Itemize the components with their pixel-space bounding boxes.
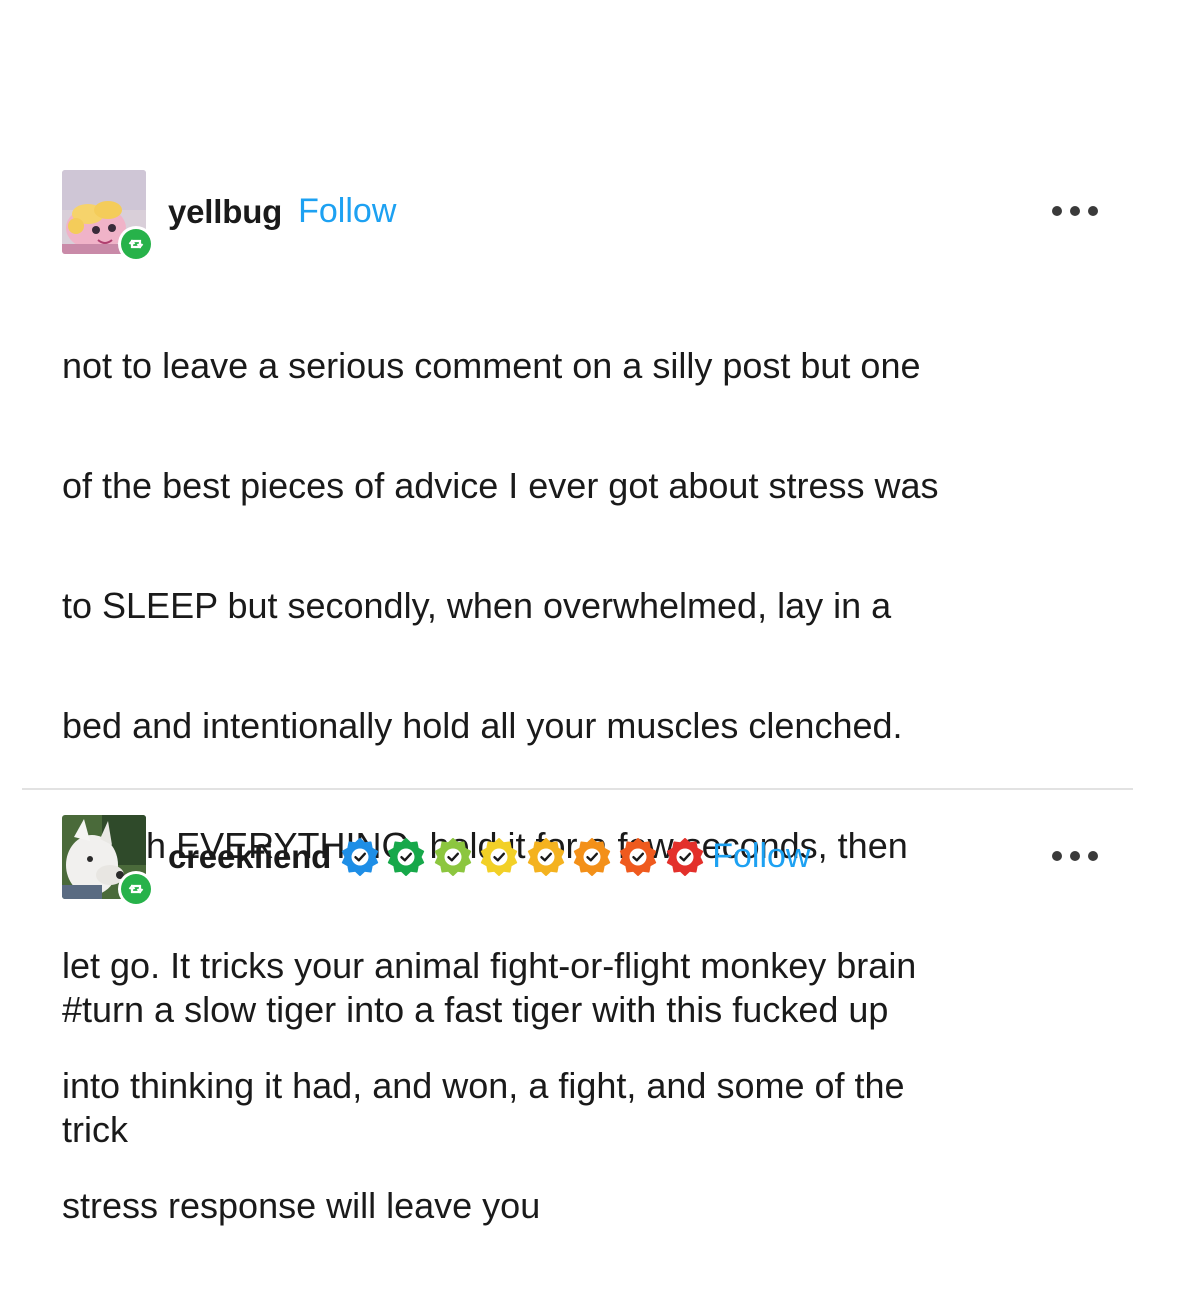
post-body: #turn a slow tiger into a fast tiger wit… — [62, 920, 888, 1220]
post-creekfiend: creekfiend Follow #turn a slow tiger int… — [0, 0, 1179, 1168]
checkmark-badge-icon — [388, 837, 425, 876]
checkmark-badge-icon — [434, 837, 471, 876]
post-header: creekfiend Follow — [62, 815, 1122, 907]
ellipsis-icon[interactable] — [1052, 849, 1100, 863]
username[interactable]: creekfiend — [168, 838, 331, 876]
checkmark-badge-icon — [341, 837, 379, 876]
verified-badges — [341, 837, 712, 876]
body-line: #turn a slow tiger into a fast tiger wit… — [62, 989, 889, 1030]
checkmark-badge-icon — [573, 837, 611, 876]
follow-button[interactable]: Follow — [712, 837, 810, 876]
checkmark-badge-icon — [620, 837, 657, 876]
reblog-badge — [118, 871, 154, 907]
checkmark-badge-icon — [527, 837, 564, 876]
name-row: creekfiend Follow — [168, 837, 810, 876]
reblog-icon — [128, 884, 144, 894]
body-line: trick — [62, 1109, 128, 1150]
checkmark-badge-icon — [481, 837, 518, 876]
checkmark-badge-icon — [666, 837, 703, 876]
